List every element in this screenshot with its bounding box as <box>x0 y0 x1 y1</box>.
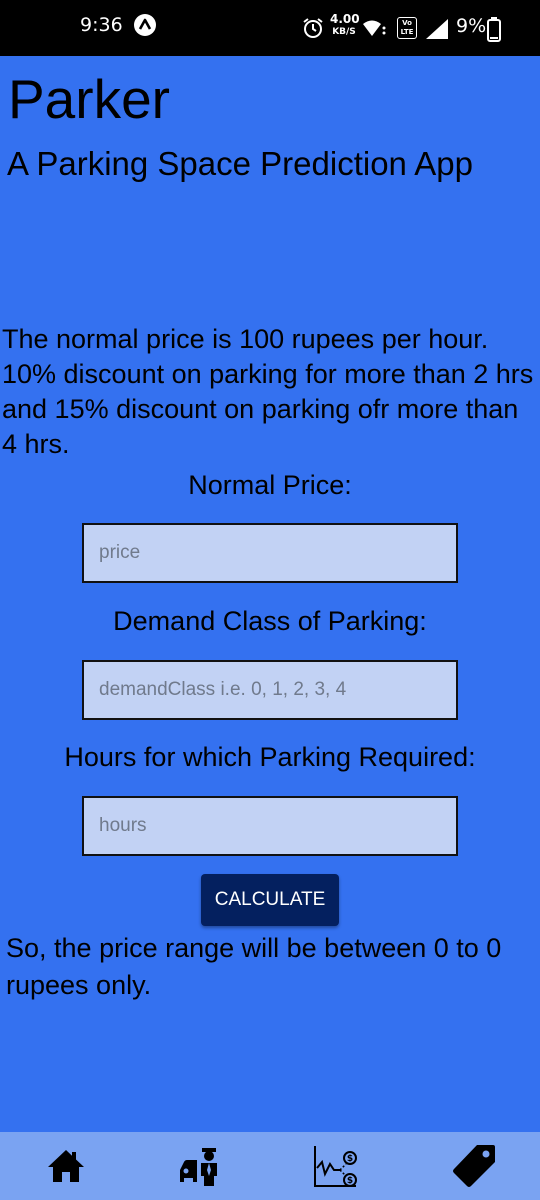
demand-class-input[interactable] <box>82 660 458 720</box>
bottom-nav: $ $ <box>0 1132 540 1200</box>
volte-badge: Vo LTE <box>397 17 417 39</box>
nav-parking-attendant[interactable] <box>175 1140 227 1192</box>
demand-class-label: Demand Class of Parking: <box>113 606 427 636</box>
price-tag-icon <box>453 1145 495 1187</box>
nav-pricing[interactable] <box>447 1140 499 1192</box>
network-speed: 4.00 KB/S <box>330 12 360 38</box>
app-screen: 9:36 4.00 KB/S Vo LTE 9% Parker A Parkin… <box>0 0 540 1200</box>
app-title: Parker <box>8 68 170 130</box>
app-subtitle: A Parking Space Prediction App <box>7 145 473 182</box>
price-input[interactable] <box>82 523 458 583</box>
pricing-info-text: The normal price is 100 rupees per hour.… <box>2 324 534 459</box>
alarm-icon <box>302 17 324 39</box>
car-attendant-icon <box>180 1148 217 1186</box>
network-speed-value: 4.00 <box>330 12 360 26</box>
price-chart-icon: $ $ <box>314 1146 357 1187</box>
svg-text:$: $ <box>347 1154 353 1164</box>
nav-home[interactable] <box>40 1140 92 1192</box>
price-label: Normal Price: <box>188 470 352 500</box>
svg-text:$: $ <box>347 1176 353 1186</box>
battery-icon <box>487 17 501 42</box>
network-speed-unit: KB/S <box>332 27 356 37</box>
home-icon <box>48 1150 84 1182</box>
hours-input[interactable] <box>82 796 458 856</box>
signal-icon <box>425 18 449 40</box>
status-bar: 9:36 4.00 KB/S Vo LTE 9% <box>0 0 540 56</box>
nav-price-prediction[interactable]: $ $ <box>310 1140 362 1192</box>
hours-label: Hours for which Parking Required: <box>64 742 476 772</box>
wifi-icon <box>362 19 388 39</box>
status-time: 9:36 <box>80 14 123 36</box>
notification-app-icon <box>134 14 156 36</box>
battery-percent: 9% <box>456 15 487 37</box>
result-text: So, the price range will be between 0 to… <box>6 933 502 1000</box>
calculate-button[interactable]: CALCULATE <box>201 874 339 926</box>
